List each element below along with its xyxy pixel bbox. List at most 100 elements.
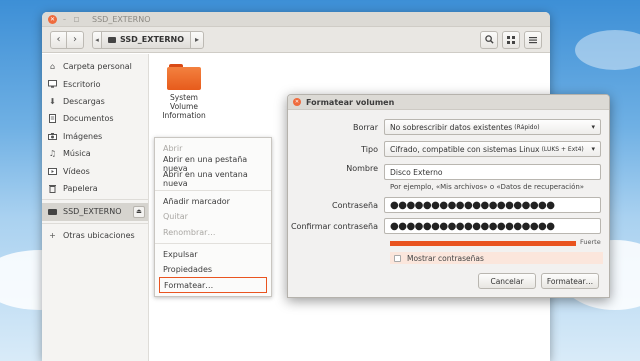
sidebar-item-label: Otras ubicaciones bbox=[63, 230, 135, 240]
folder-item[interactable]: System Volume Information bbox=[159, 64, 209, 120]
type-row: Tipo Cifrado, compatible con sistemas Li… bbox=[288, 141, 601, 157]
confirm-password-field[interactable]: ●●●●●●●●●●●●●●●●●●●● bbox=[384, 218, 601, 234]
sidebar-item-desktop[interactable]: Escritorio bbox=[42, 75, 148, 92]
sidebar-item-downloads[interactable]: ⬇ Descargas bbox=[42, 93, 148, 110]
erase-value: No sobrescribir datos existentes bbox=[390, 122, 513, 132]
sidebar-item-label: Imágenes bbox=[63, 131, 103, 141]
password-field[interactable]: ●●●●●●●●●●●●●●●●●●●● bbox=[384, 197, 601, 213]
erase-combo[interactable]: No sobrescribir datos existentes (Rápido… bbox=[384, 119, 601, 135]
download-icon: ⬇ bbox=[49, 96, 56, 106]
desktop-icon bbox=[48, 80, 57, 89]
folder-label: System Volume Information bbox=[162, 93, 206, 120]
sidebar-item-documents[interactable]: Documentos bbox=[42, 110, 148, 127]
dialog-title: Formatear volumen bbox=[306, 97, 395, 107]
type-label: Tipo bbox=[361, 144, 378, 154]
sidebar-item-trash[interactable]: Papelera bbox=[42, 180, 148, 197]
window-titlebar: ✕ – □ SSD_EXTERNO bbox=[42, 12, 550, 27]
menu-item-eject[interactable]: Expulsar bbox=[155, 247, 271, 262]
sidebar-item-pictures[interactable]: Imágenes bbox=[42, 128, 148, 145]
camera-icon bbox=[48, 132, 57, 141]
forward-button[interactable]: › bbox=[67, 30, 84, 49]
confirm-password-value: ●●●●●●●●●●●●●●●●●●●● bbox=[390, 220, 555, 232]
video-icon bbox=[48, 167, 57, 176]
chevron-left-icon: ‹ bbox=[56, 34, 61, 45]
grid-icon bbox=[507, 35, 515, 44]
type-combo[interactable]: Cifrado, compatible con sistemas Linux (… bbox=[384, 141, 601, 157]
menu-separator bbox=[155, 189, 271, 191]
sidebar-item-label: Descargas bbox=[63, 96, 105, 106]
sidebar-separator bbox=[42, 199, 148, 201]
dropdown-arrow-icon: ▾ bbox=[591, 145, 595, 153]
trash-icon bbox=[48, 184, 57, 193]
type-note: (LUKS + Ext4) bbox=[541, 145, 584, 153]
back-button[interactable]: ‹ bbox=[50, 30, 67, 49]
chevron-right-icon: › bbox=[73, 34, 77, 45]
search-icon bbox=[484, 35, 494, 44]
password-label: Contraseña bbox=[332, 200, 378, 210]
menu-item-properties[interactable]: Propiedades bbox=[155, 262, 271, 277]
password-row: Contraseña ●●●●●●●●●●●●●●●●●●●● bbox=[288, 197, 601, 213]
confirm-password-label: Confirmar contraseña bbox=[290, 221, 378, 231]
erase-row: Borrar No sobrescribir datos existentes … bbox=[288, 119, 601, 135]
sidebar: ⌂ Carpeta personal Escritorio ⬇ Descargas … bbox=[42, 54, 149, 361]
path-crumb-label: SSD_EXTERNO bbox=[120, 35, 185, 44]
erase-note: (Rápido) bbox=[514, 123, 540, 131]
document-icon bbox=[48, 114, 57, 124]
menu-button[interactable] bbox=[524, 30, 542, 49]
maximize-icon[interactable]: □ bbox=[72, 15, 81, 24]
sidebar-item-label: Documentos bbox=[63, 114, 114, 124]
cancel-button[interactable]: Cancelar bbox=[478, 273, 536, 289]
password-strength-label: Fuerte bbox=[580, 238, 601, 246]
path-bar: ◂ SSD_EXTERNO ▸ bbox=[92, 30, 205, 49]
format-volume-dialog: ✕ Formatear volumen Borrar No sobrescrib… bbox=[287, 94, 610, 298]
password-strength-bar bbox=[390, 241, 576, 246]
menu-item-format[interactable]: Formatear… bbox=[159, 277, 267, 293]
home-icon: ⌂ bbox=[49, 62, 56, 72]
path-crumb[interactable]: SSD_EXTERNO bbox=[102, 30, 191, 49]
menu-item-add-bookmark[interactable]: Añadir marcador bbox=[155, 194, 271, 209]
minimize-icon[interactable]: – bbox=[60, 15, 69, 24]
type-value: Cifrado, compatible con sistemas Linux bbox=[390, 144, 540, 154]
sidebar-item-music[interactable]: ♫ Música bbox=[42, 145, 148, 162]
sidebar-item-label: Papelera bbox=[63, 183, 98, 193]
path-scroll-left-button[interactable]: ◂ bbox=[92, 30, 102, 49]
name-value: Disco Externo bbox=[390, 167, 443, 177]
dialog-titlebar: ✕ Formatear volumen bbox=[288, 95, 609, 110]
close-icon[interactable]: ✕ bbox=[293, 98, 301, 106]
eject-icon[interactable]: ⏏ bbox=[133, 205, 145, 218]
format-button[interactable]: Formatear… bbox=[541, 273, 599, 289]
password-value: ●●●●●●●●●●●●●●●●●●●● bbox=[390, 199, 555, 211]
drive-icon bbox=[48, 207, 57, 216]
sidebar-item-videos[interactable]: Vídeos bbox=[42, 162, 148, 179]
search-button[interactable] bbox=[480, 30, 498, 49]
menu-item-remove[interactable]: Quitar bbox=[155, 209, 271, 224]
sidebar-item-label: Carpeta personal bbox=[63, 62, 132, 72]
menu-item-rename[interactable]: Renombrar… bbox=[155, 224, 271, 239]
name-field[interactable]: Disco Externo bbox=[384, 164, 601, 180]
window-title: SSD_EXTERNO bbox=[92, 14, 151, 24]
caret-left-icon: ◂ bbox=[95, 35, 99, 44]
drive-icon bbox=[108, 36, 116, 43]
erase-label: Borrar bbox=[352, 122, 378, 132]
sidebar-item-home[interactable]: ⌂ Carpeta personal bbox=[42, 58, 148, 75]
menu-item-open-new-window[interactable]: Abrir en una ventana nueva bbox=[155, 170, 271, 188]
name-label: Nombre bbox=[346, 164, 378, 173]
show-passwords-row[interactable]: Mostrar contraseñas bbox=[390, 252, 603, 264]
show-passwords-checkbox[interactable] bbox=[394, 254, 401, 262]
plus-icon: + bbox=[49, 230, 56, 240]
view-grid-button[interactable] bbox=[502, 30, 520, 49]
menu-separator bbox=[155, 242, 271, 244]
path-scroll-right-button[interactable]: ▸ bbox=[190, 30, 205, 49]
confirm-password-row: Confirmar contraseña ●●●●●●●●●●●●●●●●●●●… bbox=[288, 218, 601, 234]
nav-buttons: ‹ › bbox=[50, 30, 84, 49]
sidebar-item-other-locations[interactable]: + Otras ubicaciones bbox=[42, 227, 148, 244]
name-hint: Por ejemplo, «Mis archivos» o «Datos de … bbox=[390, 183, 585, 191]
sidebar-item-label: Vídeos bbox=[63, 166, 90, 176]
music-icon: ♫ bbox=[48, 149, 57, 159]
caret-right-icon: ▸ bbox=[195, 35, 200, 44]
folder-icon bbox=[167, 64, 201, 90]
sidebar-item-device[interactable]: SSD_EXTERNO ⏏ bbox=[42, 203, 148, 221]
close-icon[interactable]: ✕ bbox=[48, 14, 57, 24]
sidebar-item-label: Música bbox=[63, 149, 91, 159]
dropdown-arrow-icon: ▾ bbox=[591, 123, 595, 131]
